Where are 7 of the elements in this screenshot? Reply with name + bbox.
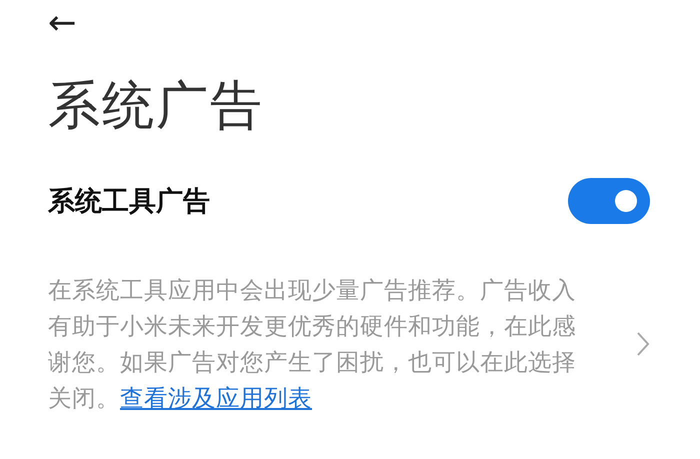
setting-label: 系统工具广告 <box>48 185 210 219</box>
toggle-switch[interactable] <box>568 178 650 224</box>
page-title: 系统广告 <box>48 76 265 136</box>
back-arrow[interactable]: ← <box>48 6 76 40</box>
app-list-link[interactable]: 查看涉及应用列表 <box>120 384 312 412</box>
chevron-right-icon[interactable] <box>636 331 650 357</box>
description-text: 在系统工具应用中会出现少量广告推荐。广告收入有助于小米未来开发更优秀的硬件和功能，在此感谢您。如果广告对您产生了困扰，也可以在此选择关闭。查看涉及应用列表 <box>48 275 577 414</box>
